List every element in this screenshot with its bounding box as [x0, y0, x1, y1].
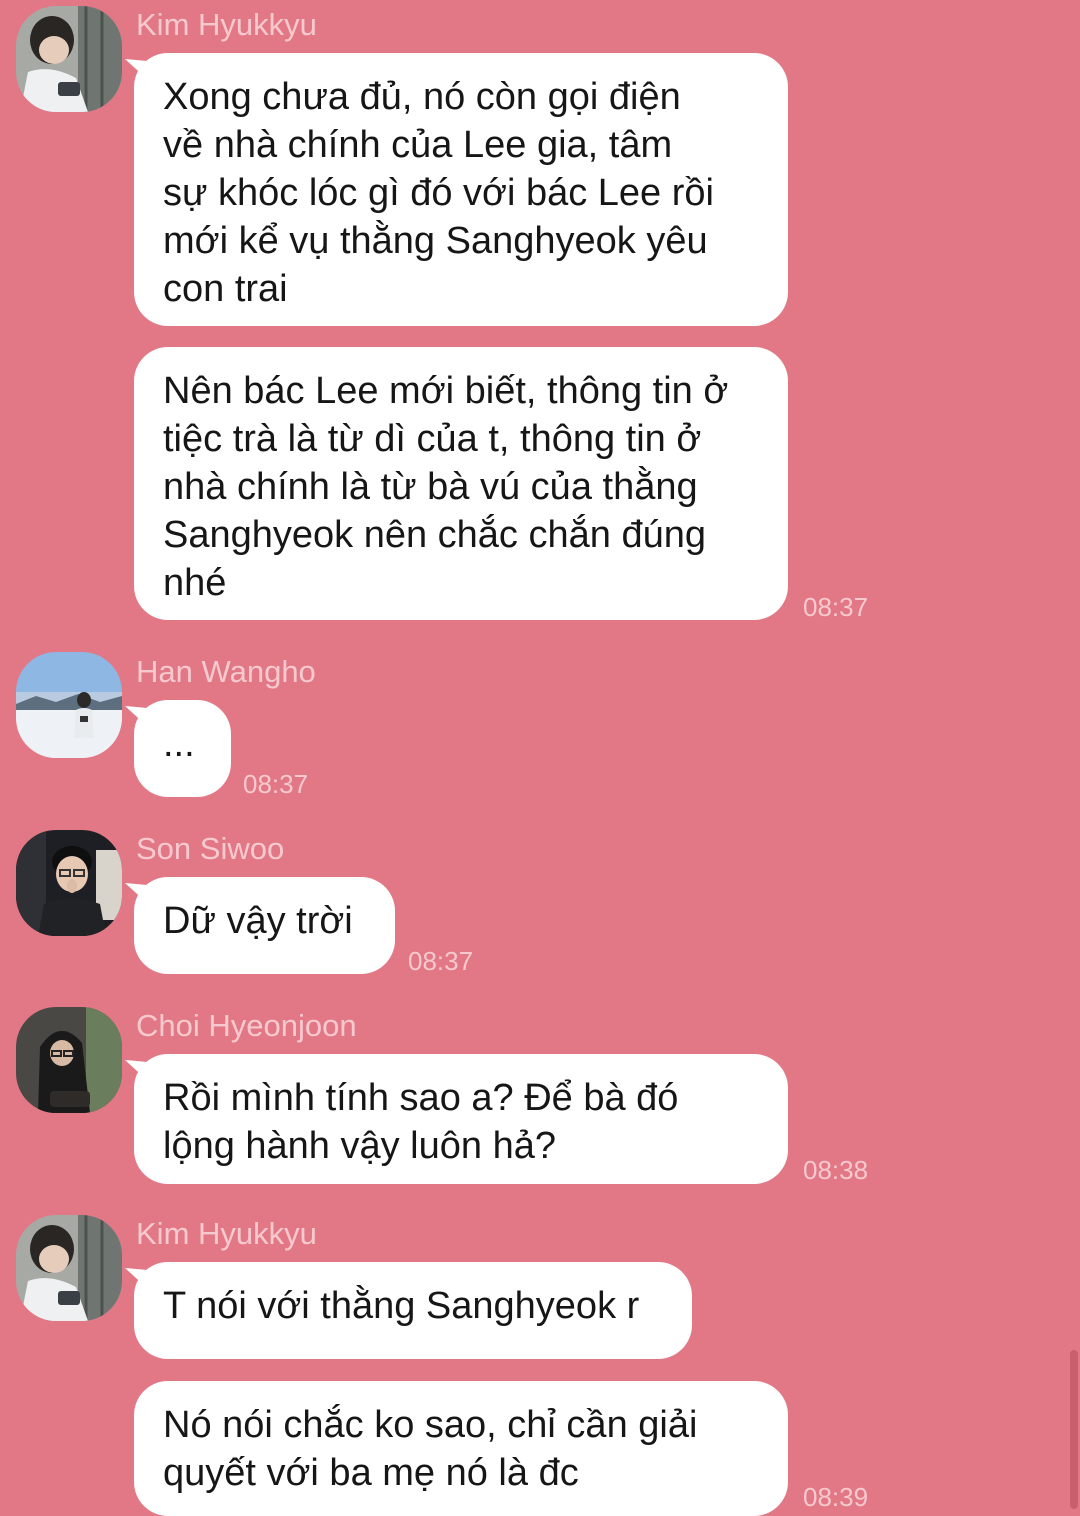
sender-name: Kim Hyukkyu: [136, 1216, 317, 1251]
scrollbar[interactable]: [1070, 1350, 1078, 1509]
avatar[interactable]: [16, 1215, 122, 1321]
message-bubble[interactable]: T nói với thằng Sanghyeok r: [134, 1262, 692, 1359]
message-timestamp: 08:37: [243, 769, 309, 799]
avatar[interactable]: [16, 6, 122, 112]
message-bubble[interactable]: Xong chưa đủ, nó còn gọi điện về nhà chí…: [134, 53, 788, 326]
avatar[interactable]: [16, 1007, 122, 1113]
sender-name: Han Wangho: [136, 654, 316, 689]
message-bubble[interactable]: ...: [134, 700, 231, 797]
chat-message-list[interactable]: Kim Hyukkyu Xong chưa đủ, nó còn gọi điệ…: [0, 0, 1080, 1516]
sender-name: Choi Hyeonjoon: [136, 1008, 357, 1043]
message-bubble[interactable]: Dữ vậy trời: [134, 877, 395, 974]
message-bubble[interactable]: Rồi mình tính sao a? Để bà đó lộng hành …: [134, 1054, 788, 1184]
message-timestamp: 08:37: [408, 946, 474, 976]
message-timestamp: 08:37: [803, 592, 869, 622]
avatar[interactable]: [16, 652, 122, 758]
sender-name: Kim Hyukkyu: [136, 7, 317, 42]
message-timestamp: 08:38: [803, 1155, 869, 1185]
message-timestamp: 08:39: [803, 1482, 869, 1512]
message-bubble[interactable]: Nên bác Lee mới biết, thông tin ở tiệc t…: [134, 347, 788, 620]
message-bubble[interactable]: Nó nói chắc ko sao, chỉ cần giải quyết v…: [134, 1381, 788, 1516]
avatar[interactable]: [16, 830, 122, 936]
sender-name: Son Siwoo: [136, 831, 285, 866]
